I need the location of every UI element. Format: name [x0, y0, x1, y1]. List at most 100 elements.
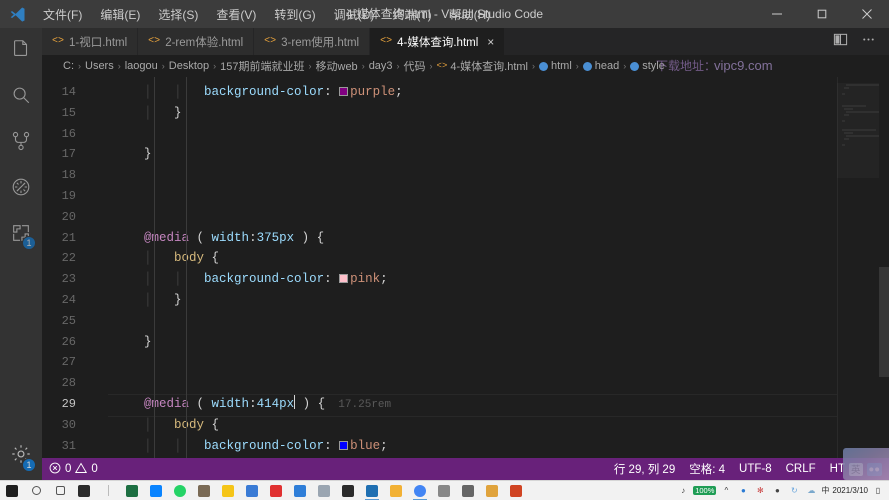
chevron-up-icon[interactable]: ^: [719, 484, 733, 498]
breadcrumb-item-code[interactable]: 代码: [404, 58, 426, 74]
tray-icon-red[interactable]: ✻: [753, 484, 767, 498]
code-line[interactable]: │ body {: [108, 248, 837, 269]
fold-slot[interactable]: [94, 228, 108, 249]
task-view-icon[interactable]: [48, 481, 72, 500]
app-icon-mail[interactable]: [144, 481, 168, 500]
vertical-scrollbar[interactable]: [879, 77, 889, 458]
code-line[interactable]: [108, 124, 837, 145]
ime-tray-label[interactable]: 中: [821, 485, 829, 496]
app-icon-vscode[interactable]: [360, 481, 384, 500]
fold-slot[interactable]: [94, 103, 108, 124]
sidebar-item-extensions[interactable]: 1: [0, 212, 42, 258]
sidebar-item-source-control[interactable]: [0, 120, 42, 166]
fold-slot[interactable]: [94, 82, 108, 103]
fold-slot[interactable]: [94, 290, 108, 311]
app-icon-folder[interactable]: [288, 481, 312, 500]
menu-file[interactable]: 文件(F): [34, 0, 91, 28]
fold-slot[interactable]: [94, 207, 108, 228]
app-icon-t[interactable]: [432, 481, 456, 500]
fold-slot[interactable]: [94, 186, 108, 207]
start-button[interactable]: [0, 481, 24, 500]
code-line[interactable]: │ body {: [108, 415, 837, 436]
menu-selection[interactable]: 选择(S): [149, 0, 207, 28]
minimize-button[interactable]: [754, 0, 799, 28]
fold-slot[interactable]: [94, 144, 108, 165]
show-desktop-icon[interactable]: ▯: [871, 484, 885, 498]
minimap[interactable]: [837, 77, 880, 458]
fold-gutter[interactable]: [94, 77, 108, 458]
fold-slot[interactable]: [94, 269, 108, 290]
code-line[interactable]: │ │ background-color: pink;: [108, 269, 837, 290]
code-editor[interactable]: 1415161718192021222324252627282930313233…: [42, 77, 889, 458]
tray-icon-blue[interactable]: ●: [736, 484, 750, 498]
app-icon-chrome[interactable]: [408, 481, 432, 500]
taskbar-clock[interactable]: 2021/3/10: [832, 486, 868, 495]
app-icon-excel[interactable]: [120, 481, 144, 500]
app-icon-qq[interactable]: [336, 481, 360, 500]
code-line[interactable]: │ │ background-color: blue;: [108, 436, 837, 457]
breadcrumb-item-laogou[interactable]: laogou: [125, 60, 158, 72]
more-actions-button[interactable]: [855, 28, 881, 55]
fold-slot[interactable]: [94, 394, 108, 415]
menu-terminal[interactable]: 终端(T): [383, 0, 440, 28]
fold-slot[interactable]: [94, 165, 108, 186]
breadcrumb-item-head-tag[interactable]: head: [582, 60, 619, 72]
code-content[interactable]: │ │ background-color: purple; │ } } @med…: [108, 77, 837, 458]
app-icon-cloud[interactable]: [312, 481, 336, 500]
app-icon-explorer[interactable]: [240, 481, 264, 500]
app-icon-store[interactable]: [192, 481, 216, 500]
fold-slot[interactable]: [94, 311, 108, 332]
app-icon-maps[interactable]: [384, 481, 408, 500]
split-editor-button[interactable]: [827, 28, 853, 55]
sidebar-item-run-debug[interactable]: [0, 166, 42, 212]
sidebar-item-search[interactable]: [0, 74, 42, 120]
cursor-position[interactable]: 行 29, 列 29: [607, 458, 682, 480]
app-icon-thunder[interactable]: [216, 481, 240, 500]
sidebar-item-explorer[interactable]: [0, 28, 42, 74]
app-icon-settings[interactable]: [456, 481, 480, 500]
app-icon-scissors[interactable]: [264, 481, 288, 500]
breadcrumb-item-desktop[interactable]: Desktop: [169, 60, 209, 72]
tab-2-rem-experience[interactable]: <> 2-rem体验.html: [138, 28, 255, 55]
fold-slot[interactable]: [94, 436, 108, 457]
code-line[interactable]: @media ( width:414px ) { 17.25rem: [108, 393, 837, 417]
color-swatch-icon[interactable]: [339, 87, 349, 96]
code-line[interactable]: [108, 207, 837, 228]
code-line[interactable]: [108, 165, 837, 186]
color-swatch-icon[interactable]: [339, 440, 349, 450]
breadcrumb-item-class[interactable]: 157期前端就业班: [220, 58, 304, 74]
manage-settings-button[interactable]: 1: [0, 432, 42, 480]
eol-status[interactable]: CRLF: [779, 458, 823, 480]
menu-edit[interactable]: 编辑(E): [91, 0, 149, 28]
fold-slot[interactable]: [94, 248, 108, 269]
code-line[interactable]: }: [108, 332, 837, 353]
color-swatch-icon[interactable]: [339, 274, 349, 284]
encoding-status[interactable]: UTF-8: [732, 458, 779, 480]
code-line[interactable]: @media ( width:375px ) {: [108, 228, 837, 249]
code-line[interactable]: [108, 373, 837, 394]
app-icon-1[interactable]: [72, 481, 96, 500]
code-line[interactable]: [108, 352, 837, 373]
code-line[interactable]: }: [108, 144, 837, 165]
menu-debug[interactable]: 调试(D): [325, 0, 384, 28]
code-line[interactable]: │ }: [108, 103, 837, 124]
fold-slot[interactable]: [94, 415, 108, 436]
menu-go[interactable]: 转到(G): [265, 0, 324, 28]
breadcrumb-item-file[interactable]: 4-媒体查询.html: [450, 58, 528, 74]
battery-status[interactable]: 100%: [693, 486, 717, 495]
breadcrumb-item-html-tag[interactable]: html: [538, 60, 572, 72]
tab-close-icon[interactable]: ×: [487, 35, 494, 49]
code-line[interactable]: │ │ background-color: purple;: [108, 82, 837, 103]
code-line[interactable]: │ }: [108, 290, 837, 311]
menu-help[interactable]: 帮助(H): [441, 0, 500, 28]
close-button[interactable]: [844, 0, 889, 28]
headphone-icon[interactable]: ♪: [676, 484, 690, 498]
indentation-status[interactable]: 空格: 4: [682, 458, 732, 480]
fold-slot[interactable]: [94, 352, 108, 373]
breadcrumb-item-users[interactable]: Users: [85, 60, 114, 72]
code-line[interactable]: [108, 311, 837, 332]
fold-slot[interactable]: [94, 124, 108, 145]
tab-4-media-query[interactable]: <> 4-媒体查询.html ×: [370, 28, 506, 55]
scrollbar-thumb[interactable]: [879, 267, 889, 377]
app-icon-whatsapp[interactable]: [168, 481, 192, 500]
